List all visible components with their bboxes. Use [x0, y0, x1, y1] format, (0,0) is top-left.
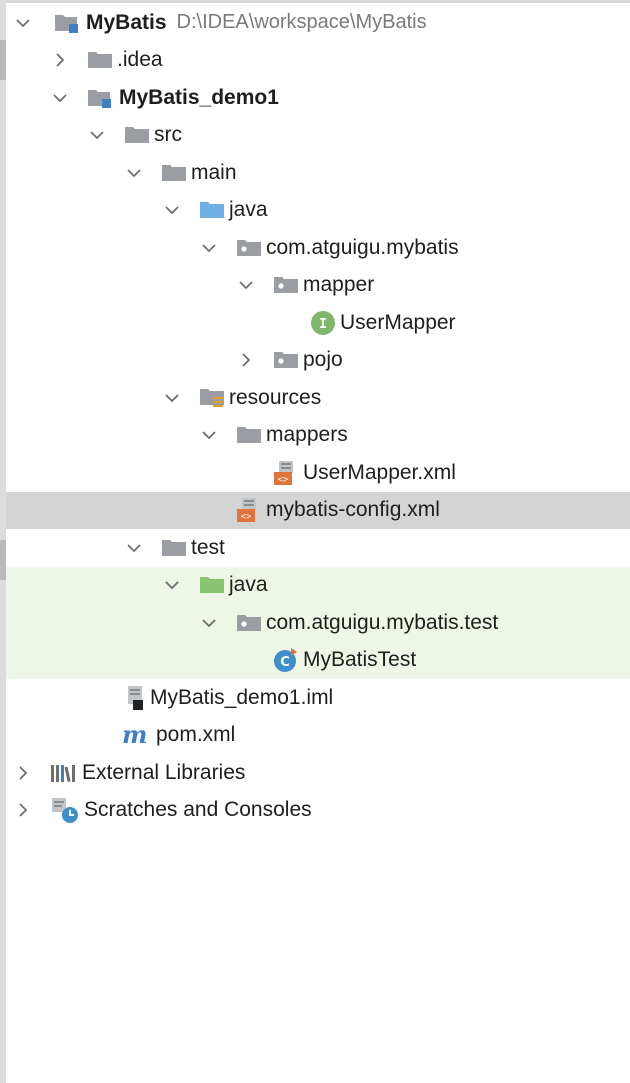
chevron-down-icon[interactable] [198, 237, 220, 259]
folder-icon [161, 163, 187, 183]
project-tree: MyBatis D:\IDEA\workspace\MyBatis .idea … [6, 4, 630, 829]
chevron-down-icon[interactable] [235, 274, 257, 296]
package-icon [273, 350, 299, 370]
pom-label: pom.xml [156, 723, 236, 747]
scratches-icon [50, 796, 80, 824]
chevron-right-icon[interactable] [12, 762, 34, 784]
tree-node-module[interactable]: MyBatis_demo1 [6, 79, 630, 117]
chevron-down-icon[interactable] [123, 162, 145, 184]
chevron-down-icon[interactable] [86, 124, 108, 146]
tree-node-src[interactable]: src [6, 117, 630, 155]
package-icon [236, 238, 262, 258]
tree-node-pom[interactable]: m pom.xml [6, 717, 630, 755]
chevron-down-icon[interactable] [161, 574, 183, 596]
package-test-label: com.atguigu.mybatis.test [266, 610, 499, 634]
chevron-down-icon[interactable] [49, 87, 71, 109]
test-label: test [191, 535, 225, 559]
tree-node-main[interactable]: main [6, 154, 630, 192]
tree-node-iml[interactable]: MyBatis_demo1.iml [6, 679, 630, 717]
tree-node-test-java[interactable]: java [6, 566, 630, 604]
interface-icon: I [310, 310, 336, 336]
user-mapper-xml-label: UserMapper.xml [303, 460, 456, 484]
main-java-label: java [229, 198, 268, 222]
main-label: main [191, 160, 237, 184]
tree-node-user-mapper-xml[interactable]: <> UserMapper.xml [6, 454, 630, 492]
tree-node-resources[interactable]: resources [6, 379, 630, 417]
resources-folder-icon [199, 387, 225, 409]
mappers-label: mappers [266, 423, 348, 447]
mybatis-config-label: mybatis-config.xml [266, 498, 440, 522]
xml-file-icon: <> [273, 460, 299, 486]
svg-text:<>: <> [278, 475, 289, 485]
chevron-down-icon[interactable] [161, 199, 183, 221]
scratches-label: Scratches and Consoles [84, 798, 312, 822]
package-icon [273, 275, 299, 295]
tree-node-mybatis-test[interactable]: C MyBatisTest [6, 641, 630, 679]
mapper-label: mapper [303, 273, 375, 297]
iml-file-icon [124, 685, 146, 711]
chevron-right-icon[interactable] [12, 799, 34, 821]
maven-icon: m [122, 723, 152, 747]
source-folder-icon [199, 200, 225, 220]
test-java-label: java [229, 573, 268, 597]
tree-node-mapper[interactable]: mapper [6, 267, 630, 305]
tree-node-main-java[interactable]: java [6, 192, 630, 230]
svg-text:<>: <> [241, 512, 252, 522]
src-label: src [154, 123, 182, 147]
chevron-down-icon[interactable] [161, 387, 183, 409]
folder-icon [87, 50, 113, 70]
svg-text:I: I [319, 317, 327, 332]
top-edge [0, 0, 630, 3]
tree-node-test[interactable]: test [6, 529, 630, 567]
package-icon [236, 613, 262, 633]
svg-text:C: C [280, 655, 290, 670]
test-class-icon: C [273, 647, 299, 673]
tree-node-mybatis-config[interactable]: <> mybatis-config.xml [6, 491, 630, 529]
package-main-label: com.atguigu.mybatis [266, 235, 459, 259]
chevron-down-icon[interactable] [12, 12, 34, 34]
chevron-down-icon[interactable] [198, 612, 220, 634]
folder-icon [236, 425, 262, 445]
chevron-right-icon[interactable] [235, 349, 257, 371]
chevron-down-icon[interactable] [198, 424, 220, 446]
tree-node-package-test[interactable]: com.atguigu.mybatis.test [6, 604, 630, 642]
folder-icon [161, 538, 187, 558]
libraries-icon [50, 762, 78, 784]
idea-label: .idea [117, 48, 163, 72]
module-label: MyBatis_demo1 [119, 85, 279, 109]
project-root-path: D:\IDEA\workspace\MyBatis [176, 11, 427, 34]
iml-label: MyBatis_demo1.iml [150, 685, 334, 709]
tree-node-mappers[interactable]: mappers [6, 417, 630, 455]
tree-node-idea[interactable]: .idea [6, 42, 630, 80]
tree-node-package-main[interactable]: com.atguigu.mybatis [6, 229, 630, 267]
chevron-down-icon[interactable] [123, 537, 145, 559]
resources-label: resources [229, 385, 322, 409]
test-source-folder-icon [199, 575, 225, 595]
tree-node-pojo[interactable]: pojo [6, 342, 630, 380]
user-mapper-label: UserMapper [340, 310, 456, 334]
project-root-label: MyBatis [86, 10, 167, 34]
tree-node-project-root[interactable]: MyBatis D:\IDEA\workspace\MyBatis [6, 4, 630, 42]
tree-node-user-mapper[interactable]: I UserMapper [6, 304, 630, 342]
tree-node-external-libraries[interactable]: External Libraries [6, 754, 630, 792]
folder-icon [124, 125, 150, 145]
external-libraries-label: External Libraries [82, 760, 246, 784]
chevron-right-icon[interactable] [49, 49, 71, 71]
svg-text:m: m [122, 723, 147, 747]
pojo-label: pojo [303, 348, 343, 372]
mybatis-test-label: MyBatisTest [303, 648, 417, 672]
xml-file-icon: <> [236, 497, 262, 523]
module-folder-icon [87, 87, 115, 109]
module-folder-icon [54, 12, 82, 34]
tree-node-scratches[interactable]: Scratches and Consoles [6, 792, 630, 830]
